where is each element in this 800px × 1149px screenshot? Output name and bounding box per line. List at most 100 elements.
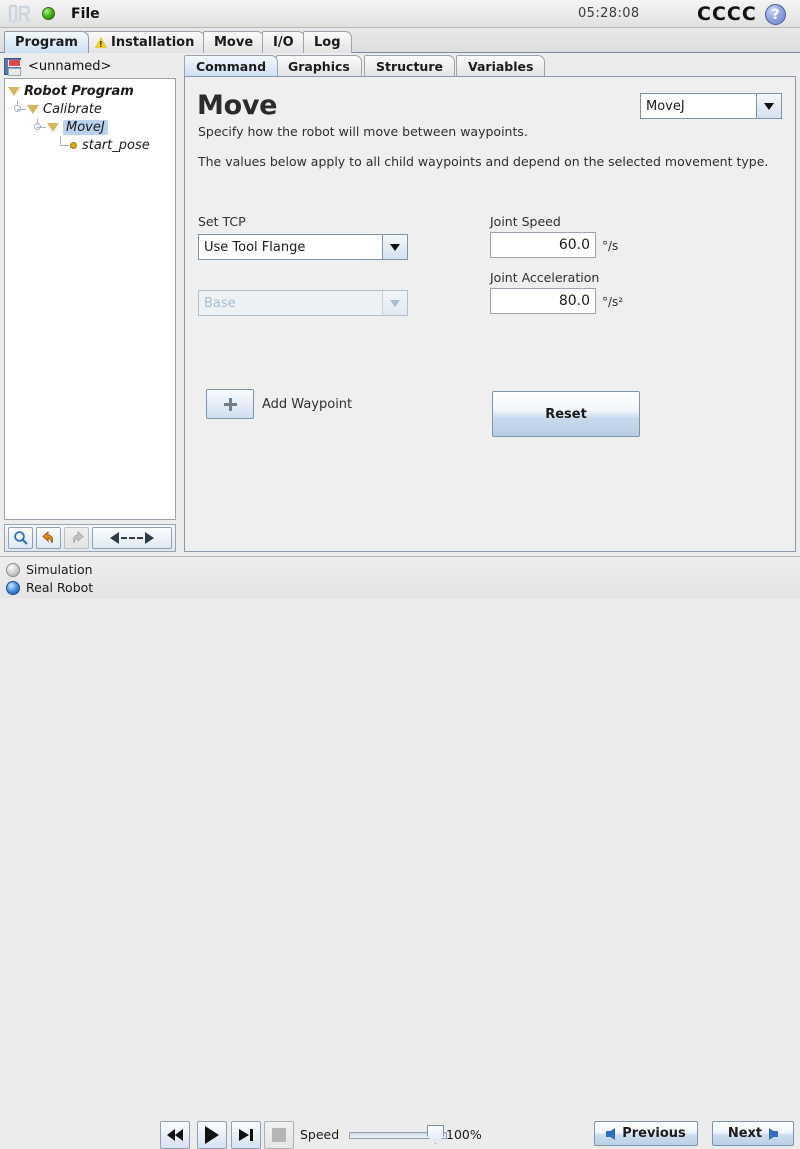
title-bar: File 05:28:08 CCCC ? [0,0,800,28]
brand-label: CCCC [697,3,757,25]
tree-connector [53,136,69,154]
previous-button-label: Previous [622,1126,686,1141]
tab-move-label: Move [214,35,254,50]
program-header: <unnamed> [4,55,176,77]
tree-node-robot-program[interactable]: Robot Program [5,82,175,100]
chevron-down-icon[interactable] [382,235,407,259]
move-type-dropdown[interactable]: MoveJ [640,93,782,119]
simulation-label: Simulation [26,562,93,577]
waypoint-dot-icon [70,141,77,149]
tab-installation[interactable]: Installation [84,31,206,53]
simulation-radio[interactable]: Simulation [6,562,93,577]
reset-button-label: Reset [545,406,587,422]
right-arrow-icon [769,1127,779,1140]
previous-button[interactable]: Previous [594,1121,698,1146]
chevron-down-icon [382,291,407,315]
radio-on-icon [6,580,20,595]
stop-icon [272,1128,286,1142]
real-robot-radio[interactable]: Real Robot [6,580,93,595]
tree-toolbar [4,524,176,552]
tab-io-label: I/O [273,35,294,50]
tab-installation-label: Installation [111,35,195,50]
tab-structure-label: Structure [376,58,443,74]
tree-connector [30,118,46,136]
tab-move[interactable]: Move [203,31,265,53]
ur-logo-icon [4,2,34,26]
command-panel: Move Specify how the robot will move bet… [184,76,796,552]
floppy-save-icon[interactable] [4,57,21,76]
green-status-ball-icon [42,7,55,20]
joint-speed-label: Joint Speed [490,214,561,229]
step-forward-button[interactable] [231,1121,261,1149]
tree-node-label: Calibrate [43,101,102,117]
tree-node-calibrate[interactable]: Calibrate [5,100,175,118]
sub-tab-strip: Command Graphics Structure Variables [184,55,796,77]
joint-acceleration-input[interactable]: 80.0 [490,288,596,314]
tcp-dropdown[interactable]: Use Tool Flange [198,234,408,260]
move-type-value: MoveJ [641,94,756,118]
status-bar: Simulation Real Robot Speed 100% Previou… [0,556,800,1149]
add-waypoint-button[interactable] [206,389,254,419]
tab-graphics[interactable]: Graphics [276,55,362,76]
reset-button[interactable]: Reset [492,391,640,437]
right-arrow-icon [145,532,154,544]
page-subtitle: Specify how the robot will move between … [198,124,528,139]
left-arrow-icon [110,532,119,544]
tab-structure[interactable]: Structure [364,55,455,76]
plus-icon [223,397,237,411]
joint-speed-input[interactable]: 60.0 [490,232,596,258]
radio-off-icon [6,562,20,577]
page-title: Move [197,90,278,121]
tree-node-start-pose[interactable]: start_pose [5,136,175,154]
expander-triangle-icon[interactable] [27,104,39,114]
tab-log-label: Log [314,35,341,50]
tab-program-label: Program [15,35,78,50]
redo-button [64,527,89,549]
speed-slider-thumb[interactable] [427,1125,444,1144]
joint-acceleration-label: Joint Acceleration [490,270,600,285]
real-robot-label: Real Robot [26,580,94,595]
program-tree[interactable]: Robot Program Calibrate MoveJ start_pose [4,78,176,520]
tab-graphics-label: Graphics [288,58,350,74]
help-icon[interactable]: ? [765,4,786,25]
play-button[interactable] [197,1121,227,1149]
joint-acceleration-unit: °/s² [602,295,624,309]
tree-node-movej[interactable]: MoveJ [5,118,175,136]
page-note: The values below apply to all child wayp… [198,154,769,169]
speed-label: Speed [300,1127,340,1142]
add-waypoint-label: Add Waypoint [262,397,353,412]
feature-value: Base [199,291,382,315]
undo-button[interactable] [36,527,61,549]
stop-button[interactable] [264,1121,294,1149]
move-node-button[interactable] [92,527,172,549]
set-tcp-label: Set TCP [198,214,246,229]
tab-variables[interactable]: Variables [456,55,546,76]
main-tab-strip: Program Installation Move I/O Log [0,28,800,53]
play-icon [205,1126,219,1144]
tree-node-label: start_pose [82,137,150,153]
expander-triangle-icon[interactable] [47,122,59,132]
tree-node-label: MoveJ [63,119,108,135]
chevron-down-icon[interactable] [756,94,781,118]
tree-connector [10,100,26,118]
next-button-label: Next [727,1126,763,1141]
tab-program[interactable]: Program [4,31,89,53]
file-menu-button[interactable]: File [65,4,106,24]
tcp-value: Use Tool Flange [199,235,382,259]
tab-variables-label: Variables [468,58,534,74]
tab-command-label: Command [196,58,267,74]
clock: 05:28:08 [578,6,640,21]
feature-dropdown: Base [198,290,408,316]
rewind-button[interactable] [160,1121,190,1149]
dashed-line-icon [121,537,143,539]
tree-node-label: Robot Program [24,83,134,99]
tab-log[interactable]: Log [303,31,352,53]
tab-command[interactable]: Command [184,55,279,76]
speed-value: 100% [446,1127,482,1142]
warning-triangle-icon [95,37,107,49]
next-button[interactable]: Next [712,1121,794,1146]
tab-io[interactable]: I/O [262,31,305,53]
left-arrow-icon [606,1127,616,1140]
search-button[interactable] [8,527,33,549]
expander-triangle-icon[interactable] [8,86,20,96]
